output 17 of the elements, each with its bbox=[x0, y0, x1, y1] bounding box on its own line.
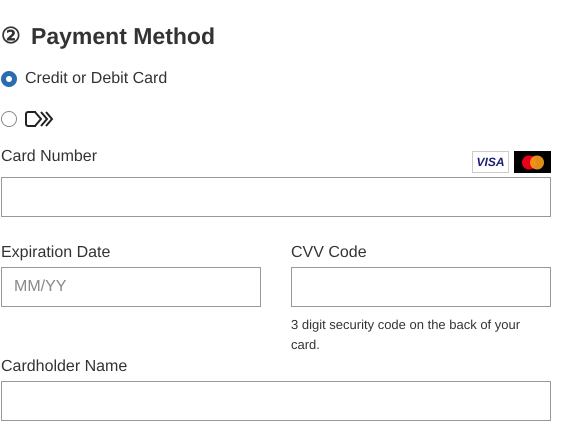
field-label: CVV Code bbox=[291, 243, 368, 263]
card-chevrons-icon bbox=[25, 110, 55, 128]
field-label: Card Number bbox=[1, 147, 98, 167]
field-label: Expiration Date bbox=[1, 243, 112, 263]
step-number: ② bbox=[1, 25, 21, 47]
expiration-date-field[interactable]: MM/YY bbox=[1, 267, 261, 307]
visa-logo: VISA bbox=[472, 151, 509, 173]
cvv-field[interactable] bbox=[291, 267, 551, 307]
radio-button[interactable] bbox=[1, 71, 17, 87]
option-label: Credit or Debit Card bbox=[25, 69, 168, 89]
hint-text: 3 digit security code on the back of your card. bbox=[291, 316, 522, 354]
field-label: Cardholder Name bbox=[1, 357, 128, 377]
cardholder-name-field[interactable] bbox=[1, 381, 551, 421]
section-title: Payment Method bbox=[31, 24, 216, 48]
card-number-field[interactable] bbox=[1, 177, 551, 217]
mastercard-logo bbox=[514, 151, 551, 173]
radio-button[interactable] bbox=[1, 111, 17, 127]
